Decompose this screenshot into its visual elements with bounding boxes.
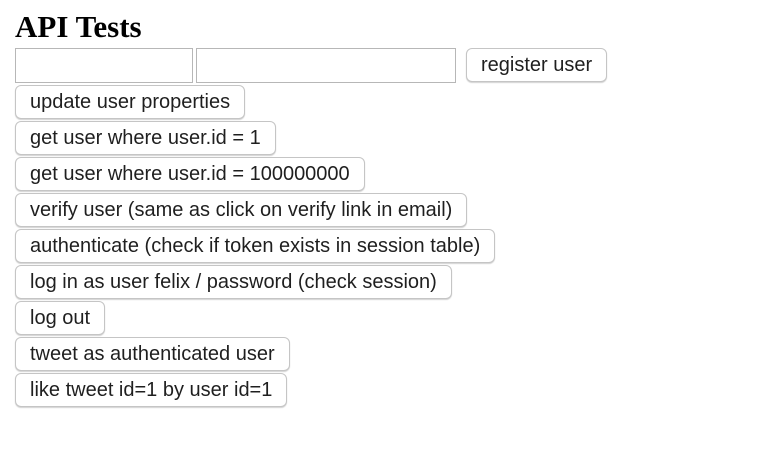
register-user-button[interactable]: register user <box>466 48 608 82</box>
password-input[interactable] <box>196 47 456 83</box>
api-tests-page: API Tests register user update user prop… <box>15 10 775 408</box>
like-tweet-button[interactable]: like tweet id=1 by user id=1 <box>15 373 288 407</box>
get-user-id-100000000-button[interactable]: get user where user.id = 100000000 <box>15 157 365 191</box>
tweet-button[interactable]: tweet as authenticated user <box>15 337 290 371</box>
log-in-button[interactable]: log in as user felix / password (check s… <box>15 265 452 299</box>
verify-user-button[interactable]: verify user (same as click on verify lin… <box>15 193 468 227</box>
username-input[interactable] <box>15 47 193 83</box>
get-user-id-1-button[interactable]: get user where user.id = 1 <box>15 121 276 155</box>
register-form: register user <box>15 46 775 84</box>
update-user-properties-button[interactable]: update user properties <box>15 85 246 119</box>
authenticate-button[interactable]: authenticate (check if token exists in s… <box>15 229 496 263</box>
page-title: API Tests <box>15 9 142 44</box>
log-out-button[interactable]: log out <box>15 301 106 335</box>
